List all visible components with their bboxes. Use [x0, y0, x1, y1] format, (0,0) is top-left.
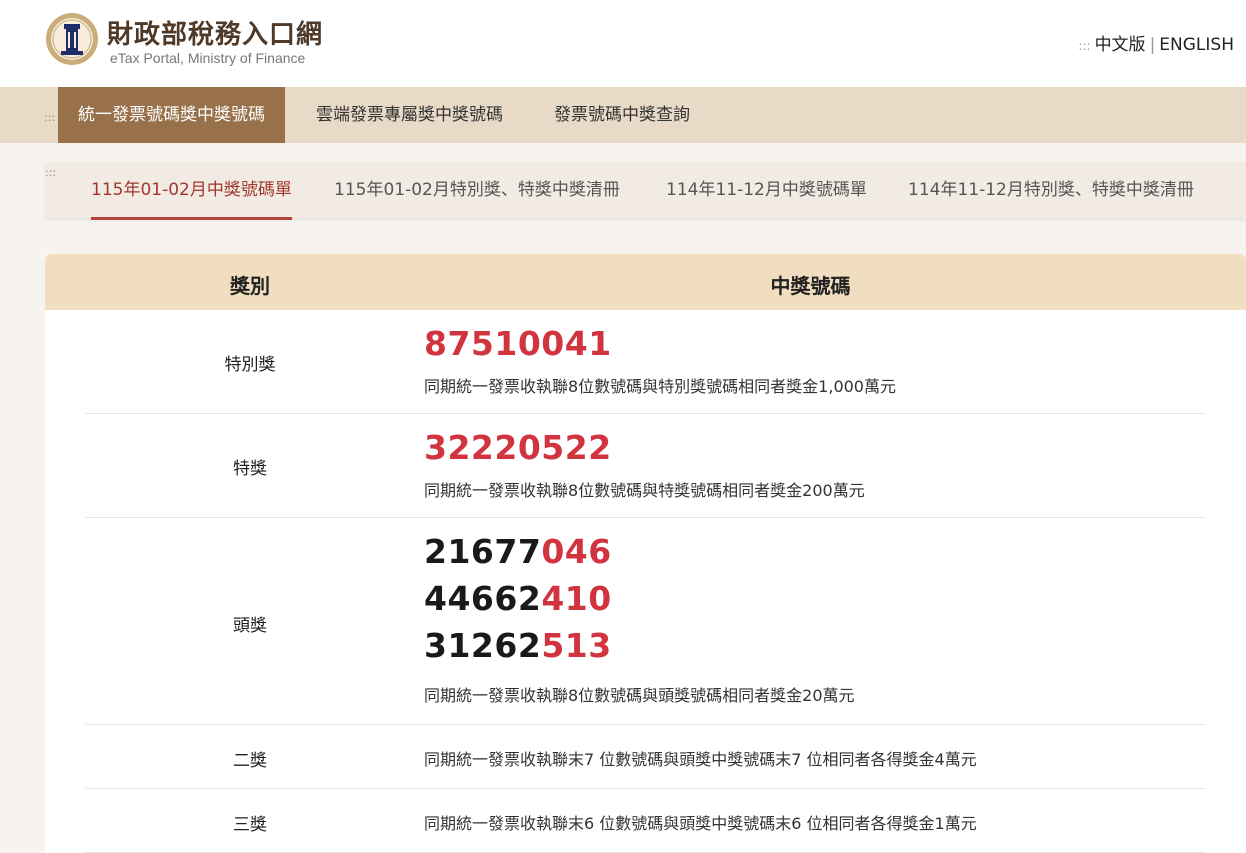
- winning-numbers: 32220522: [424, 424, 612, 471]
- period-tabs: ::: 115年01-02月中獎號碼單 115年01-02月特別獎、特獎中獎清冊…: [45, 162, 1246, 220]
- prize-name: 頭獎: [233, 616, 267, 636]
- winning-number: 44662410: [424, 579, 612, 618]
- tab-previous-winning-list[interactable]: 114年11-12月中獎號碼單: [666, 162, 867, 217]
- prize-description: 同期統一發票收執聯末7 位數號碼與頭獎中獎號碼末7 位相同者各得獎金4萬元: [424, 750, 977, 769]
- prize-name: 特獎: [233, 459, 267, 479]
- site-title[interactable]: 財政部稅務入口網: [107, 14, 323, 51]
- table-row-third-prize: 三獎 同期統一發票收執聯末6 位數號碼與頭獎中獎號碼末6 位相同者各得獎金1萬元: [85, 789, 1206, 853]
- lang-chinese-link[interactable]: 中文版: [1095, 35, 1146, 55]
- site-subtitle: eTax Portal, Ministry of Finance: [110, 50, 306, 66]
- winning-numbers: 87510041: [424, 320, 612, 367]
- prize-description: 同期統一發票收執聯8位數號碼與頭獎號碼相同者獎金20萬元: [424, 686, 855, 705]
- prize-name: 二獎: [233, 751, 267, 771]
- accesskey-marker[interactable]: :::: [45, 166, 56, 179]
- prize-name: 三獎: [233, 815, 267, 835]
- table-row-grand-prize: 特獎 32220522 同期統一發票收執聯8位數號碼與特獎號碼相同者獎金200萬…: [85, 414, 1206, 518]
- tab-previous-special-prize-list[interactable]: 114年11-12月特別獎、特獎中獎清冊: [908, 162, 1194, 217]
- winning-numbers-table: 獎別 中獎號碼 特別獎 87510041 同期統一發票收執聯8位數號碼與特別獎號…: [45, 254, 1246, 853]
- column-header-prize: 獎別: [230, 274, 270, 298]
- main-navigation: ::: 統一發票號碼獎中獎號碼 雲端發票專屬獎中獎號碼 發票號碼中獎查詢: [0, 87, 1246, 143]
- prize-description: 同期統一發票收執聯末6 位數號碼與頭獎中獎號碼末6 位相同者各得獎金1萬元: [424, 814, 977, 833]
- tab-current-winning-list[interactable]: 115年01-02月中獎號碼單: [91, 162, 292, 220]
- table-row-second-prize: 二獎 同期統一發票收執聯末7 位數號碼與頭獎中獎號碼末7 位相同者各得獎金4萬元: [85, 725, 1206, 789]
- ministry-emblem-icon[interactable]: [45, 12, 99, 66]
- winning-numbers: 21677046 44662410 31262513: [424, 528, 612, 669]
- lang-separator: |: [1149, 35, 1156, 55]
- winning-number: 32220522: [424, 428, 612, 467]
- table-row-first-prize: 頭獎 21677046 44662410 31262513 同期統一發票收執聯8…: [85, 518, 1206, 725]
- winning-number: 87510041: [424, 324, 612, 363]
- accesskey-marker[interactable]: :::: [1078, 39, 1090, 53]
- nav-item-invoice-lookup[interactable]: 發票號碼中獎查詢: [534, 87, 710, 143]
- table-row-special-prize: 特別獎 87510041 同期統一發票收執聯8位數號碼與特別獎號碼相同者獎金1,…: [85, 310, 1206, 414]
- nav-item-cloud-invoice-winning-numbers[interactable]: 雲端發票專屬獎中獎號碼: [296, 87, 523, 143]
- nav-item-uniform-invoice-winning-numbers[interactable]: 統一發票號碼獎中獎號碼: [58, 87, 285, 143]
- winning-number: 31262513: [424, 626, 612, 665]
- prize-name: 特別獎: [224, 355, 276, 375]
- accesskey-marker[interactable]: :::: [44, 111, 55, 124]
- tab-current-special-prize-list[interactable]: 115年01-02月特別獎、特獎中獎清冊: [334, 162, 620, 217]
- column-header-numbers: 中獎號碼: [770, 274, 851, 298]
- prize-description: 同期統一發票收執聯8位數號碼與特別獎號碼相同者獎金1,000萬元: [424, 377, 896, 396]
- table-header: 獎別 中獎號碼: [45, 254, 1246, 310]
- prize-description: 同期統一發票收執聯8位數號碼與特獎號碼相同者獎金200萬元: [424, 481, 865, 500]
- language-switcher: ::: 中文版 | ENGLISH: [1078, 30, 1234, 55]
- site-header: 財政部稅務入口網 eTax Portal, Ministry of Financ…: [0, 0, 1246, 87]
- lang-english-link[interactable]: ENGLISH: [1159, 35, 1234, 55]
- winning-number: 21677046: [424, 532, 612, 571]
